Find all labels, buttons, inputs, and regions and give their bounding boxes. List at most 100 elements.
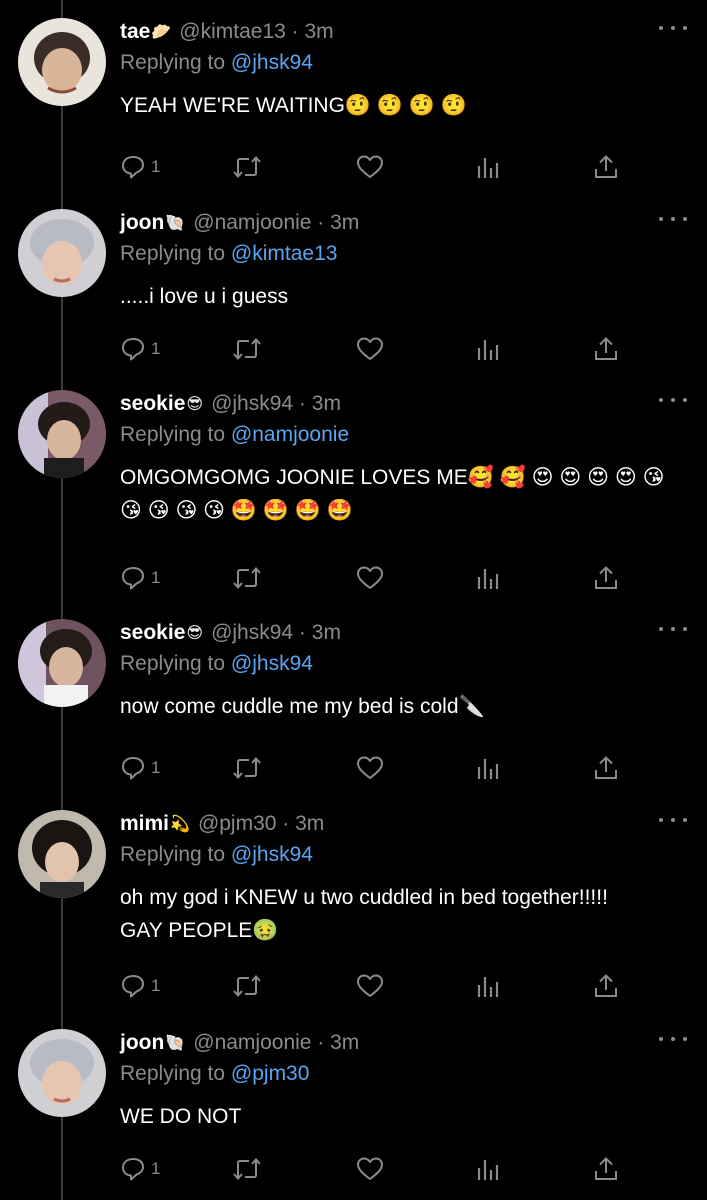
like-button[interactable] — [356, 336, 384, 362]
replying-to: Replying to @jhsk94 — [120, 51, 313, 74]
reply-button[interactable]: 1 — [120, 1156, 160, 1182]
stats-button[interactable] — [476, 154, 500, 180]
action-bar: 1 — [120, 1156, 620, 1186]
stats-icon — [477, 158, 499, 178]
like-button[interactable] — [356, 1156, 384, 1182]
display-name[interactable]: seokie — [120, 621, 185, 645]
share-button[interactable] — [593, 973, 619, 999]
like-button[interactable] — [356, 154, 384, 180]
share-button[interactable] — [593, 1156, 619, 1182]
share-icon — [595, 155, 617, 178]
tweet-header: joon 🐚 @namjoonie · 3m — [120, 209, 687, 237]
share-icon — [595, 974, 617, 997]
stats-icon — [477, 977, 499, 997]
reply-count: 1 — [151, 568, 161, 587]
retweet-button[interactable] — [232, 154, 262, 180]
avatar[interactable] — [18, 619, 106, 707]
stats-icon — [477, 759, 499, 779]
handle-and-time: @kimtae13 · 3m — [179, 20, 334, 43]
name-emoji: 🐚 — [165, 1035, 186, 1052]
avatar[interactable] — [18, 810, 106, 898]
reply-button[interactable]: 1 — [120, 755, 160, 781]
handle-and-time: @jhsk94 · 3m — [211, 392, 341, 415]
like-button[interactable] — [356, 565, 384, 591]
retweet-icon — [233, 1157, 261, 1181]
mention-link[interactable]: @jhsk94 — [231, 843, 313, 866]
stats-icon — [477, 1160, 499, 1180]
heart-icon — [357, 337, 383, 360]
share-icon — [595, 566, 617, 589]
heart-icon — [357, 974, 383, 997]
retweet-button[interactable] — [232, 973, 262, 999]
reply-button[interactable]: 1 — [120, 336, 160, 362]
display-name[interactable]: joon — [120, 211, 164, 235]
retweet-button[interactable] — [232, 336, 262, 362]
avatar[interactable] — [18, 1029, 106, 1117]
reply-icon — [122, 567, 144, 590]
stats-button[interactable] — [476, 336, 500, 362]
more-options-icon[interactable] — [659, 18, 687, 38]
reply-count: 1 — [151, 339, 161, 358]
name-emoji: 🥟 — [151, 24, 172, 41]
share-button[interactable] — [593, 755, 619, 781]
tweet-header: tae 🥟 @kimtae13 · 3m — [120, 18, 687, 46]
replying-to: Replying to @kimtae13 — [120, 242, 338, 265]
more-options-icon[interactable] — [659, 619, 687, 639]
reply-count: 1 — [151, 976, 161, 995]
retweet-icon — [233, 566, 261, 590]
mention-link[interactable]: @namjoonie — [231, 423, 349, 446]
reply-icon — [122, 757, 144, 780]
reply-button[interactable]: 1 — [120, 973, 160, 999]
reply-button[interactable]: 1 — [120, 154, 160, 180]
replying-to: Replying to @jhsk94 — [120, 843, 313, 866]
reply-button[interactable]: 1 — [120, 565, 160, 591]
replying-to: Replying to @pjm30 — [120, 1062, 310, 1085]
display-name[interactable]: tae — [120, 20, 150, 44]
like-button[interactable] — [356, 973, 384, 999]
more-options-icon[interactable] — [659, 1029, 687, 1049]
reply-icon — [122, 975, 144, 998]
share-button[interactable] — [593, 565, 619, 591]
avatar[interactable] — [18, 390, 106, 478]
heart-icon — [357, 756, 383, 779]
reply-icon — [122, 156, 144, 179]
tweet-header: seokie 😎 @jhsk94 · 3m — [120, 619, 687, 647]
reply-icon — [122, 1158, 144, 1181]
avatar[interactable] — [18, 18, 106, 106]
mention-link[interactable]: @jhsk94 — [231, 652, 313, 675]
more-options-icon[interactable] — [659, 209, 687, 229]
mention-link[interactable]: @pjm30 — [231, 1062, 310, 1085]
mention-link[interactable]: @kimtae13 — [231, 242, 338, 265]
tweet-header: joon 🐚 @namjoonie · 3m — [120, 1029, 687, 1057]
retweet-button[interactable] — [232, 755, 262, 781]
tweet-header: seokie 😎 @jhsk94 · 3m — [120, 390, 687, 418]
more-options-icon[interactable] — [659, 810, 687, 830]
share-button[interactable] — [593, 336, 619, 362]
retweet-icon — [233, 337, 261, 361]
more-options-icon[interactable] — [659, 390, 687, 410]
action-bar: 1 — [120, 154, 620, 184]
display-name[interactable]: seokie — [120, 392, 185, 416]
avatar[interactable] — [18, 209, 106, 297]
tweet-text: .....i love u i guess — [120, 285, 289, 308]
handle-and-time: @namjoonie · 3m — [193, 211, 360, 234]
retweet-button[interactable] — [232, 565, 262, 591]
reply-count: 1 — [151, 157, 161, 176]
tweet-text: now come cuddle me my bed is cold🔪 — [120, 695, 485, 718]
share-icon — [595, 756, 617, 779]
stats-button[interactable] — [476, 755, 500, 781]
retweet-button[interactable] — [232, 1156, 262, 1182]
stats-icon — [477, 569, 499, 589]
stats-button[interactable] — [476, 973, 500, 999]
stats-button[interactable] — [476, 565, 500, 591]
share-icon — [595, 1157, 617, 1180]
display-name[interactable]: joon — [120, 1031, 164, 1055]
share-button[interactable] — [593, 154, 619, 180]
display-name[interactable]: mimi — [120, 812, 169, 836]
stats-button[interactable] — [476, 1156, 500, 1182]
tweet-text: WE DO NOT — [120, 1105, 242, 1128]
name-emoji: 🐚 — [165, 215, 186, 232]
mention-link[interactable]: @jhsk94 — [231, 51, 313, 74]
like-button[interactable] — [356, 755, 384, 781]
retweet-icon — [233, 155, 261, 179]
